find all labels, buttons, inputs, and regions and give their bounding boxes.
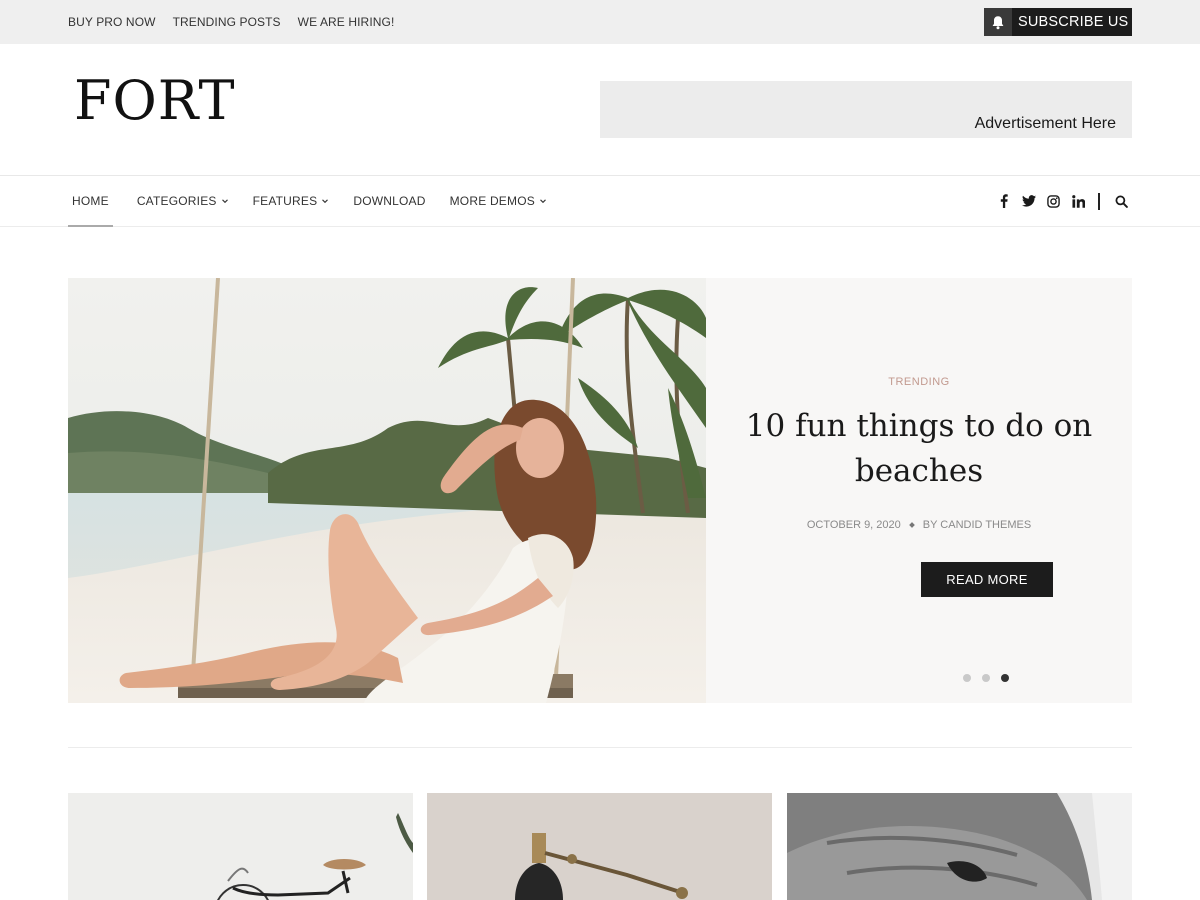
instagram-icon[interactable] <box>1046 194 1061 209</box>
post-card-image[interactable] <box>427 793 772 900</box>
post-title[interactable]: 10 fun things to do on beaches <box>736 404 1102 494</box>
slider-dot[interactable] <box>963 674 971 682</box>
post-card-image[interactable] <box>68 793 413 900</box>
top-link-buy-pro[interactable]: BUY PRO NOW <box>68 15 156 29</box>
bell-icon <box>984 8 1012 36</box>
chevron-down-icon <box>322 199 329 204</box>
nav-item-categories[interactable]: CATEGORIES <box>137 176 229 226</box>
nav-item-home[interactable]: HOME <box>68 176 113 227</box>
nav-item-more-demos[interactable]: MORE DEMOS <box>450 176 547 226</box>
beach-swing-photo <box>68 278 706 703</box>
post-card-image[interactable] <box>787 793 1132 900</box>
search-icon[interactable] <box>1114 194 1129 209</box>
post-date[interactable]: OCTOBER 9, 2020 <box>807 519 901 531</box>
sweater-photo <box>787 793 1132 900</box>
nav-menu: HOME CATEGORIES FEATURES DOWNLOAD MORE D… <box>68 176 571 227</box>
subscribe-label: SUBSCRIBE US <box>1018 14 1129 30</box>
meta-separator <box>908 522 915 528</box>
post-meta: OCTOBER 9, 2020 BY CANDID THEMES <box>706 519 1132 531</box>
main-navigation: HOME CATEGORIES FEATURES DOWNLOAD MORE D… <box>0 175 1200 227</box>
hero-slider: TRENDING 10 fun things to do on beaches … <box>68 278 1132 703</box>
nav-item-label: HOME <box>72 194 109 208</box>
nav-item-download[interactable]: DOWNLOAD <box>353 176 425 226</box>
top-link-hiring[interactable]: WE ARE HIRING! <box>298 15 395 29</box>
lamp-photo <box>427 793 772 900</box>
slider-dot[interactable] <box>982 674 990 682</box>
twitter-icon[interactable] <box>1021 194 1036 209</box>
top-bar: BUY PRO NOW TRENDING POSTS WE ARE HIRING… <box>0 0 1200 44</box>
subscribe-button[interactable]: SUBSCRIBE US <box>984 8 1132 36</box>
post-grid <box>68 793 1132 900</box>
site-logo[interactable]: FORT <box>74 74 235 128</box>
nav-item-features[interactable]: FEATURES <box>253 176 330 226</box>
advertisement-banner[interactable]: Advertisement Here <box>600 81 1132 138</box>
top-links: BUY PRO NOW TRENDING POSTS WE ARE HIRING… <box>68 0 394 44</box>
social-links <box>996 176 1129 226</box>
section-divider <box>68 747 1132 748</box>
hero-image[interactable] <box>68 278 706 703</box>
hero-content-panel: TRENDING 10 fun things to do on beaches … <box>706 278 1132 703</box>
slider-dot-active[interactable] <box>1001 674 1009 682</box>
slider-pagination <box>963 674 1009 682</box>
post-category[interactable]: TRENDING <box>706 376 1132 388</box>
bicycle-photo <box>68 793 413 900</box>
nav-item-label: CATEGORIES <box>136 194 217 208</box>
chevron-down-icon <box>221 199 228 204</box>
nav-item-label: MORE DEMOS <box>449 194 535 208</box>
post-author[interactable]: BY CANDID THEMES <box>923 519 1031 531</box>
facebook-icon[interactable] <box>996 194 1011 209</box>
chevron-down-icon <box>540 199 546 204</box>
advertisement-text: Advertisement Here <box>974 115 1116 132</box>
nav-divider <box>1098 192 1100 210</box>
read-more-button[interactable]: READ MORE <box>921 562 1053 597</box>
top-link-trending-posts[interactable]: TRENDING POSTS <box>173 15 281 29</box>
linkedin-icon[interactable] <box>1071 194 1086 209</box>
nav-item-label: FEATURES <box>252 194 318 208</box>
nav-item-label: DOWNLOAD <box>353 194 426 208</box>
